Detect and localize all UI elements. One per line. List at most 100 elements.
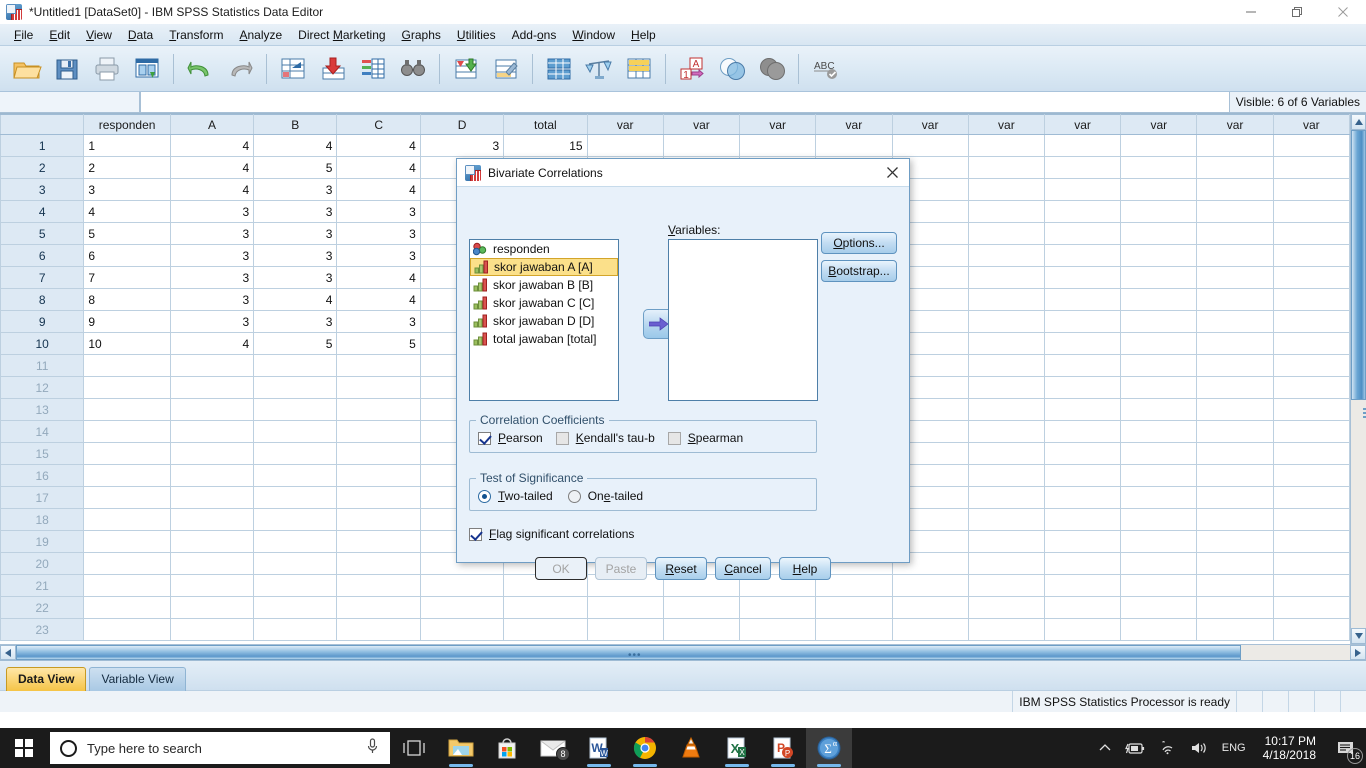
split-file-icon[interactable] (540, 49, 578, 89)
grid-cell[interactable] (1043, 266, 1122, 289)
grid-column-header[interactable]: A (169, 114, 255, 135)
grid-cell[interactable] (1272, 310, 1350, 333)
grid-cell[interactable]: 5 (253, 332, 338, 355)
grid-cell[interactable] (1272, 464, 1350, 487)
grid-cell[interactable] (83, 574, 171, 597)
menu-graphs[interactable]: Graphs (394, 26, 449, 44)
menu-analyze[interactable]: Analyze (231, 26, 290, 44)
grid-cell[interactable] (1196, 618, 1274, 641)
grid-cell[interactable] (1272, 156, 1350, 179)
grid-cell[interactable] (1043, 486, 1122, 509)
grid-cell[interactable] (253, 508, 338, 531)
select-cases-icon[interactable] (620, 49, 658, 89)
grid-row-number[interactable]: 4 (0, 200, 85, 223)
grid-cell[interactable] (891, 134, 969, 157)
grid-row-number[interactable]: 16 (0, 464, 85, 487)
grid-cell[interactable] (1043, 310, 1122, 333)
variables-icon[interactable] (354, 49, 392, 89)
taskbar-clock[interactable]: 10:17 PM 4/18/2018 (1253, 728, 1326, 768)
table-row[interactable]: 23 (0, 618, 1350, 641)
scroll-up-button[interactable] (1351, 114, 1366, 130)
horizontal-scroll-track[interactable]: ••• (16, 645, 1350, 661)
grid-cell[interactable] (1272, 442, 1350, 465)
value-labels-icon[interactable]: A 1 (673, 49, 711, 89)
grid-row-number[interactable]: 7 (0, 266, 85, 289)
ok-button[interactable]: OK (535, 557, 587, 580)
speaker-icon[interactable] (1184, 728, 1215, 768)
grid-cell[interactable] (1043, 398, 1122, 421)
grid-cell[interactable] (1043, 530, 1122, 553)
grid-cell[interactable] (1120, 332, 1198, 355)
grid-row-number[interactable]: 11 (0, 354, 85, 377)
grid-cell[interactable] (967, 156, 1045, 179)
grid-cell[interactable]: 10 (83, 332, 171, 355)
dialog-close-icon[interactable] (879, 161, 905, 185)
grid-cell[interactable] (169, 376, 255, 399)
grid-cell[interactable]: 3 (169, 310, 255, 333)
grid-cell[interactable] (1120, 134, 1198, 157)
grid-cell[interactable] (1043, 244, 1122, 267)
grid-cell[interactable] (1043, 508, 1122, 531)
scroll-left-button[interactable] (0, 645, 16, 660)
grid-column-header[interactable]: responden (83, 114, 171, 135)
grid-cell[interactable]: 3 (336, 244, 421, 267)
grid-cell[interactable] (83, 552, 171, 575)
grid-cell[interactable] (1043, 420, 1122, 443)
grid-cell[interactable] (253, 442, 338, 465)
grid-cell[interactable] (739, 618, 817, 641)
grid-cell[interactable] (967, 530, 1045, 553)
grid-cell[interactable] (253, 596, 338, 619)
grid-cell[interactable] (336, 530, 421, 553)
grid-cell[interactable] (967, 134, 1045, 157)
grid-cell[interactable] (967, 486, 1045, 509)
grid-row-number[interactable]: 8 (0, 288, 85, 311)
grid-cell[interactable] (83, 530, 171, 553)
grid-cell[interactable]: 3 (253, 310, 338, 333)
grid-column-header[interactable]: D (419, 114, 505, 135)
grid-cell[interactable] (662, 134, 741, 157)
grid-cell[interactable] (1120, 310, 1198, 333)
grid-cell[interactable] (1196, 178, 1274, 201)
grid-cell[interactable] (891, 618, 969, 641)
grid-cell[interactable]: 5 (83, 222, 171, 245)
grid-cell[interactable] (1120, 222, 1198, 245)
grid-cell[interactable]: 3 (83, 178, 171, 201)
grid-cell[interactable] (336, 464, 421, 487)
grid-empty-column-header[interactable]: var (1120, 114, 1198, 135)
menu-file[interactable]: FFileile (6, 26, 41, 44)
grid-cell[interactable] (662, 596, 741, 619)
grid-cell[interactable] (1120, 618, 1198, 641)
microphone-icon[interactable] (366, 738, 380, 758)
grid-cell[interactable] (336, 398, 421, 421)
grid-row-number[interactable]: 23 (0, 618, 85, 641)
grid-row-number[interactable]: 13 (0, 398, 85, 421)
grid-cell[interactable]: 4 (336, 288, 421, 311)
grid-cell[interactable] (967, 178, 1045, 201)
grid-cell[interactable]: 4 (336, 134, 421, 157)
grid-cell[interactable] (169, 508, 255, 531)
grid-cell[interactable] (253, 552, 338, 575)
grid-cell[interactable]: 4 (169, 178, 255, 201)
grid-cell[interactable] (336, 574, 421, 597)
windows-start-icon[interactable] (0, 728, 48, 768)
wifi-icon[interactable]: * (1152, 728, 1184, 768)
menu-window[interactable]: Window (564, 26, 623, 44)
grid-empty-column-header[interactable]: var (967, 114, 1045, 135)
source-variable-item[interactable]: total jawaban [total] (470, 330, 618, 348)
grid-cell[interactable] (967, 596, 1045, 619)
grid-cell[interactable]: 3 (253, 222, 338, 245)
taskbar-mail-icon[interactable]: 8 (530, 728, 576, 768)
grid-cell[interactable]: 3 (253, 266, 338, 289)
grid-cell[interactable] (1272, 288, 1350, 311)
grid-cell[interactable] (336, 618, 421, 641)
bootstrap-button[interactable]: Bootstrap... (821, 260, 897, 282)
grid-cell[interactable] (253, 398, 338, 421)
grid-cell[interactable] (891, 596, 969, 619)
grid-cell[interactable] (1196, 310, 1274, 333)
grid-cell[interactable]: 3 (253, 178, 338, 201)
grid-column-header[interactable]: B (253, 114, 338, 135)
source-variable-item[interactable]: skor jawaban A [A] (470, 258, 618, 276)
grid-cell[interactable] (1120, 530, 1198, 553)
grid-cell[interactable] (1196, 332, 1274, 355)
grid-cell[interactable] (253, 486, 338, 509)
